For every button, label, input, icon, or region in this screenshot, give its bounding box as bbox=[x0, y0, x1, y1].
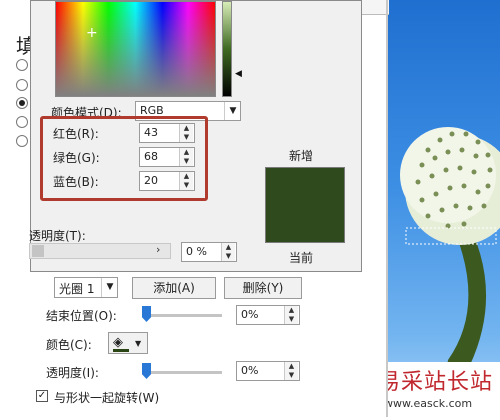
rotate-with-shape-checkbox[interactable]: ✓ bbox=[36, 390, 48, 402]
spin-up-icon[interactable]: ▲ bbox=[222, 243, 235, 252]
dialog-transparency-label: 透明度(T): bbox=[29, 229, 86, 243]
gradient-stop-dropdown[interactable]: 光圈 1 ▼ bbox=[54, 277, 118, 298]
dialog-transparency-spinner[interactable]: ▲ ▼ bbox=[221, 243, 235, 261]
spin-down-icon[interactable]: ▼ bbox=[285, 315, 298, 324]
fill-option-radio-gradient[interactable] bbox=[16, 97, 28, 109]
color-picker-button[interactable]: ◈ ▼ bbox=[108, 332, 148, 354]
spin-up-icon[interactable]: ▲ bbox=[285, 362, 298, 371]
rotate-with-shape-label: 与形状一起旋转(W) bbox=[54, 391, 160, 405]
dandelion-illustration bbox=[400, 127, 500, 417]
fill-option-radio-1[interactable] bbox=[16, 59, 28, 71]
delete-stop-button[interactable]: 删除(Y) bbox=[224, 277, 302, 299]
transparency-slider-thumb[interactable] bbox=[142, 363, 151, 379]
chevron-right-icon[interactable]: › bbox=[156, 243, 160, 256]
spin-down-icon[interactable]: ▼ bbox=[285, 371, 298, 380]
pane-right-border bbox=[386, 0, 388, 417]
chevron-down-icon: ▼ bbox=[101, 278, 118, 297]
current-color-label: 当前 bbox=[289, 251, 314, 265]
fill-option-radio-2[interactable] bbox=[16, 79, 28, 91]
add-stop-button[interactable]: 添加(A) bbox=[132, 277, 216, 299]
watermark-url: www.easck.com bbox=[384, 397, 473, 410]
end-position-slider-thumb[interactable] bbox=[142, 306, 151, 322]
chevron-down-icon: ▼ bbox=[224, 102, 241, 120]
rgb-highlight-box bbox=[40, 116, 208, 201]
spin-up-icon[interactable]: ▲ bbox=[285, 306, 298, 315]
current-color-swatch bbox=[113, 349, 129, 352]
dialog-transparency-slider[interactable]: › bbox=[29, 243, 171, 259]
dialog-transparency-value: 0 % bbox=[186, 245, 207, 258]
fill-option-radio-4[interactable] bbox=[16, 116, 28, 128]
new-color-label: 新增 bbox=[289, 149, 314, 163]
dialog-transparency-thumb[interactable] bbox=[32, 245, 44, 257]
end-position-value: 0% bbox=[241, 308, 259, 321]
luminance-pointer-icon[interactable]: ◀ bbox=[235, 69, 242, 79]
transparency-value: 0% bbox=[241, 364, 259, 377]
transparency-spinner[interactable]: ▲ ▼ bbox=[284, 362, 298, 380]
transparency-label: 透明度(I): bbox=[46, 366, 99, 380]
end-position-label: 结束位置(O): bbox=[46, 309, 117, 323]
color-preview-swatch bbox=[265, 167, 345, 243]
gradient-stop-value: 光圈 1 bbox=[59, 282, 95, 296]
watermark-title: 易采站长站 bbox=[378, 370, 494, 395]
luminance-slider[interactable] bbox=[222, 1, 232, 97]
fill-option-radio-5[interactable] bbox=[16, 135, 28, 147]
chevron-down-icon: ▼ bbox=[135, 339, 142, 348]
end-position-slider-track[interactable] bbox=[142, 314, 222, 317]
spin-down-icon[interactable]: ▼ bbox=[222, 252, 235, 261]
color-spectrum[interactable]: + bbox=[55, 1, 216, 97]
color-label: 颜色(C): bbox=[46, 338, 92, 352]
crosshair-icon: + bbox=[86, 25, 98, 41]
end-position-spinner[interactable]: ▲ ▼ bbox=[284, 306, 298, 324]
dandelion-background-image bbox=[388, 0, 500, 417]
transparency-slider-track[interactable] bbox=[142, 371, 222, 374]
